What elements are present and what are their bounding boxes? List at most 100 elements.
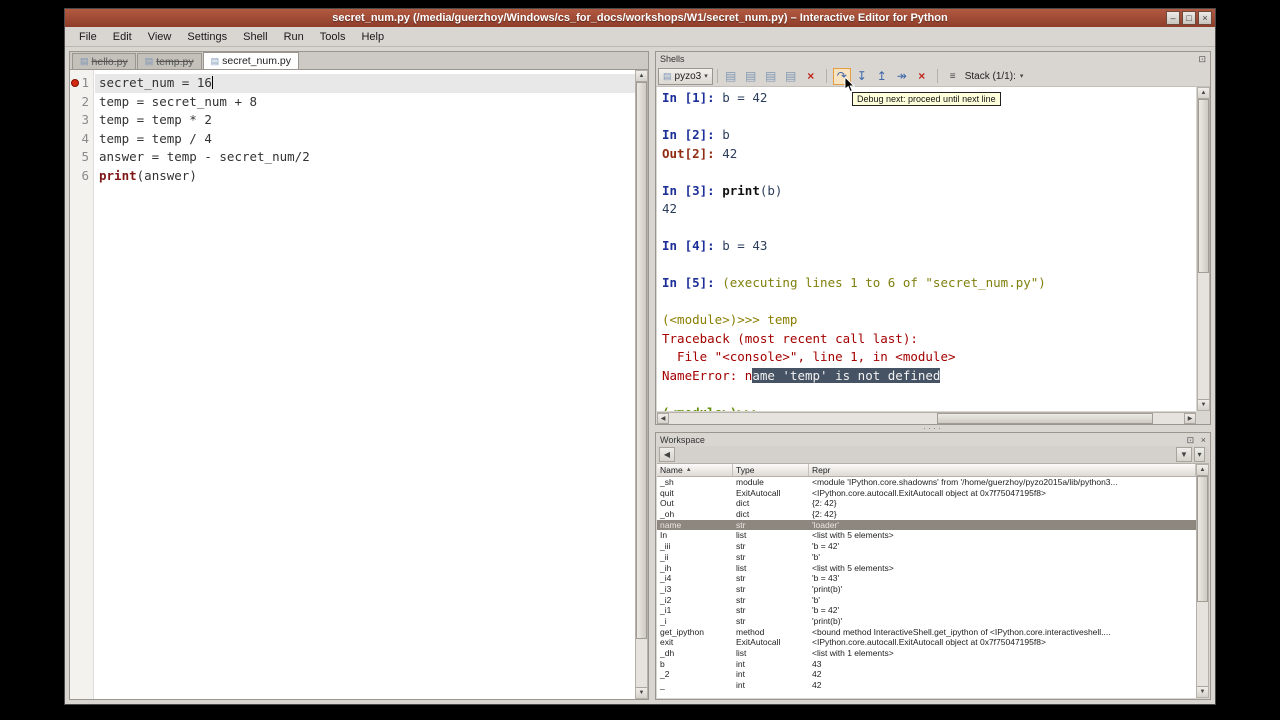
line-number[interactable]: 2 [70, 93, 93, 112]
scroll-down-icon[interactable]: ▼ [1197, 686, 1208, 697]
stack-dropdown-icon[interactable]: ▾ [1020, 72, 1024, 80]
editor-scrollbar[interactable]: ▲ ▼ [635, 70, 648, 699]
workspace-cell-name: _ih [660, 562, 672, 573]
menu-item-run[interactable]: Run [276, 29, 312, 45]
edit-shell-config-icon[interactable]: ▤ [722, 68, 740, 85]
column-header-repr[interactable]: Repr [809, 464, 1196, 476]
workspace-row[interactable]: _dh list <list with 1 elements> [657, 648, 1196, 659]
scrollbar-thumb[interactable] [1197, 476, 1208, 602]
code-text: temp = temp / 4 [99, 130, 212, 146]
clear-screen-icon[interactable]: ▤ [762, 68, 780, 85]
video-frame: secret_num.py (/media/guerzhoy/Windows/c… [0, 0, 1280, 720]
close-panel-icon[interactable]: × [1201, 435, 1206, 445]
workspace-row[interactable]: Out dict {2: 42} [657, 498, 1196, 509]
scroll-right-icon[interactable]: ▶ [1184, 413, 1196, 424]
scroll-down-icon[interactable]: ▼ [636, 687, 647, 698]
debug-continue-icon[interactable]: ↠ [893, 68, 911, 85]
breakpoint-dot[interactable] [71, 79, 79, 87]
filter-funnel-icon[interactable]: ▼ [1176, 447, 1192, 462]
toolbar-separator [716, 69, 718, 83]
workspace-cell-name: get_ipython [660, 626, 704, 637]
workspace-row[interactable]: b int 43 [657, 659, 1196, 670]
shell-console[interactable]: In [1]: b = 42 In [2]: b Out[2]: 42 In [3… [657, 87, 1196, 411]
dock-panel-icon[interactable]: ⊡ [1198, 54, 1206, 64]
code-text: temp = temp * 2 [99, 112, 212, 127]
console-line: In [5]: (executing lines 1 to 6 of "secr… [662, 274, 1196, 293]
editor-tab-secret_num.py[interactable]: ▤ secret_num.py [202, 52, 299, 69]
menu-item-settings[interactable]: Settings [179, 29, 235, 45]
workspace-cell-type: str [736, 541, 746, 552]
new-shell-icon[interactable]: ▤ [742, 68, 760, 85]
workspace-row[interactable]: _oh dict {2: 42} [657, 509, 1196, 520]
menu-item-file[interactable]: File [71, 29, 105, 45]
chevron-down-icon: ▾ [704, 73, 708, 80]
line-number[interactable]: 5 [70, 148, 93, 167]
scroll-up-icon[interactable]: ▲ [1197, 465, 1208, 476]
editor-tab-temp.py[interactable]: ▤ temp.py [136, 53, 202, 69]
scroll-up-icon[interactable]: ▲ [1198, 88, 1209, 99]
column-header-name[interactable]: Name ▲ [657, 464, 733, 476]
shells-panel: Shells ⊡ ▤ pyzo3 ▾ ▤ ▤ ▤ ▤ × ↷ ↧ ↥ ↠ × ≡ Stack (1/… [655, 51, 1211, 425]
shell-tab-button[interactable]: ▤ pyzo3 ▾ [658, 67, 713, 85]
menu-item-edit[interactable]: Edit [105, 29, 140, 45]
close-button[interactable]: × [1198, 11, 1212, 25]
maximize-button[interactable]: □ [1182, 11, 1196, 25]
menu-item-view[interactable]: View [140, 29, 180, 45]
titlebar[interactable]: secret_num.py (/media/guerzhoy/Windows/c… [65, 9, 1215, 27]
workspace-row[interactable]: _sh module <module 'IPython.core.shadowns'… [657, 477, 1196, 488]
stack-list-icon[interactable]: ≡ [944, 68, 962, 85]
menu-item-shell[interactable]: Shell [235, 29, 275, 45]
scroll-down-icon[interactable]: ▼ [1198, 399, 1209, 410]
workspace-row[interactable]: _i1 str 'b = 42' [657, 605, 1196, 616]
line-number[interactable]: 3 [70, 111, 93, 130]
menu-item-help[interactable]: Help [353, 29, 392, 45]
workspace-cell-type: str [736, 605, 746, 616]
line-number[interactable]: 6 [70, 167, 93, 186]
line-number[interactable]: 1 [70, 74, 93, 93]
workspace-row[interactable]: name str 'loader' [657, 519, 1196, 531]
shell-scrollbar[interactable]: ▲ ▼ [1197, 87, 1210, 411]
workspace-cell-repr: 'loader' [812, 519, 839, 530]
debug-return-icon[interactable]: ↥ [873, 68, 891, 85]
workspace-row[interactable]: get_ipython method <bound method Interacti… [657, 627, 1196, 638]
scrollbar-thumb[interactable] [636, 82, 647, 639]
panel-splitter[interactable]: ···· [655, 424, 1211, 433]
editor-tab-hello.py[interactable]: ▤ hello.py [72, 53, 136, 69]
column-header-type[interactable]: Type [733, 464, 809, 476]
workspace-row[interactable]: _ int 42 [657, 680, 1196, 691]
scrollbar-track[interactable] [636, 82, 647, 687]
back-button[interactable]: ◀ [659, 447, 675, 462]
workspace-row[interactable]: _i str 'print(b)' [657, 616, 1196, 627]
terminate-shell-icon[interactable]: × [802, 68, 820, 85]
editor-pane: ▤ hello.py ▤ temp.py ▤ secret_num.py 123456 s… [69, 51, 649, 700]
filter-dropdown-icon[interactable]: ▾ [1194, 447, 1205, 462]
debug-stop-icon[interactable]: × [913, 68, 931, 85]
workspace-row[interactable]: _2 int 42 [657, 669, 1196, 680]
workspace-row[interactable]: _ii str 'b' [657, 552, 1196, 563]
editor-code-area[interactable]: secret_num = 16 temp = secret_num + 8 temp… [95, 70, 635, 699]
workspace-row[interactable]: _i2 str 'b' [657, 595, 1196, 606]
scrollbar-track[interactable] [1197, 476, 1208, 686]
scrollbar-thumb[interactable] [1198, 99, 1209, 273]
workspace-row[interactable]: _ih list <list with 5 elements> [657, 563, 1196, 574]
workspace-cell-type: dict [736, 498, 750, 509]
restart-shell-icon[interactable]: ▤ [782, 68, 800, 85]
scrollbar-thumb[interactable] [936, 413, 1154, 424]
workspace-scrollbar[interactable]: ▲ ▼ [1196, 464, 1209, 698]
scroll-up-icon[interactable]: ▲ [636, 71, 647, 82]
minimize-button[interactable]: – [1166, 11, 1180, 25]
line-number[interactable]: 4 [70, 130, 93, 149]
menu-bar: File Edit View Settings Shell Run Tools Help [65, 27, 1215, 47]
scrollbar-track[interactable] [1198, 99, 1209, 399]
workspace-row[interactable]: quit ExitAutocall <IPython.core.autocall.E… [657, 488, 1196, 499]
workspace-row[interactable]: _i4 str 'b = 43' [657, 573, 1196, 584]
float-panel-icon[interactable]: ⊡ [1187, 435, 1195, 445]
workspace-row[interactable]: exit ExitAutocall <IPython.core.autocall.E… [657, 637, 1196, 648]
workspace-row[interactable]: In list <list with 5 elements> [657, 530, 1196, 541]
editor[interactable]: 123456 secret_num = 16 temp = secret_num … [70, 70, 635, 699]
scroll-left-icon[interactable]: ◀ [657, 413, 669, 424]
workspace-row[interactable]: _iii str 'b = 42' [657, 541, 1196, 552]
workspace-row[interactable]: _i3 str 'print(b)' [657, 584, 1196, 595]
workspace-cell-type: list [736, 648, 747, 658]
menu-item-tools[interactable]: Tools [312, 29, 354, 45]
